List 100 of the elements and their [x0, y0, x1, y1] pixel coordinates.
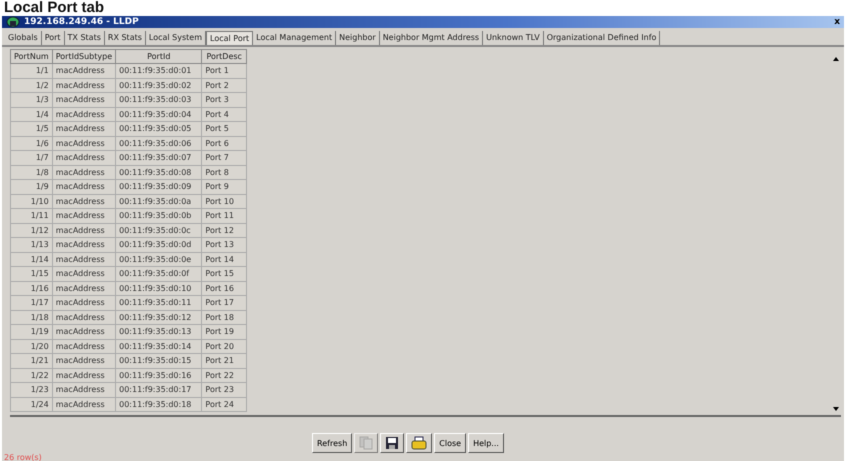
table-cell: 1/16 [10, 281, 52, 296]
table-cell: Port 5 [202, 122, 246, 136]
table-cell: macAddress [52, 339, 116, 354]
table-cell: macAddress [52, 180, 116, 194]
table-cell: 00:11:f9:35:d0:07 [116, 150, 202, 165]
table-cell: macAddress [52, 296, 116, 310]
tab[interactable]: Globals [5, 31, 42, 45]
table-cell: Port 17 [202, 296, 246, 310]
table-cell: 1/14 [10, 252, 52, 266]
table-cell: 1/3 [10, 92, 52, 107]
tab[interactable]: Neighbor Mgmt Address [380, 31, 484, 45]
table-cell: macAddress [52, 368, 116, 382]
table-cell: Port 11 [202, 208, 246, 223]
scroll-up-icon[interactable] [832, 55, 840, 63]
table-cell: macAddress [52, 382, 116, 397]
table-cell: macAddress [52, 238, 116, 252]
table-cell: Port 18 [202, 310, 246, 324]
table-cell: 00:11:f9:35:d0:0e [116, 252, 202, 266]
table-cell: 00:11:f9:35:d0:04 [116, 107, 202, 122]
table-cell: Port 2 [202, 78, 246, 92]
window-title: 192.168.249.46 - LLDP [24, 17, 139, 27]
table-cell: Port 12 [202, 223, 246, 238]
column-header[interactable]: PortNum [10, 50, 52, 64]
table-cell: 1/24 [10, 397, 52, 412]
table-cell: 00:11:f9:35:d0:01 [116, 64, 202, 78]
action-button[interactable]: Help... [468, 433, 504, 453]
action-button[interactable]: Close [434, 433, 466, 453]
table-cell: 1/9 [10, 180, 52, 194]
table-cell: 00:11:f9:35:d0:03 [116, 92, 202, 107]
column-header[interactable]: PortId [116, 50, 202, 64]
scroll-down-icon[interactable] [832, 405, 840, 413]
table-cell: 00:11:f9:35:d0:08 [116, 165, 202, 180]
table-cell: 00:11:f9:35:d0:12 [116, 310, 202, 324]
window-close-icon[interactable]: x [834, 17, 840, 27]
table-cell: 1/19 [10, 324, 52, 339]
save-button[interactable] [380, 433, 404, 453]
table-cell: Port 6 [202, 136, 246, 150]
table-cell: Port 21 [202, 354, 246, 368]
table-cell: macAddress [52, 122, 116, 136]
table-cell: 00:11:f9:35:d0:11 [116, 296, 202, 310]
table-cell: 1/6 [10, 136, 52, 150]
table-cell: 1/5 [10, 122, 52, 136]
table-cell: Port 13 [202, 238, 246, 252]
printer-icon [411, 436, 428, 450]
table-cell: 1/10 [10, 194, 52, 208]
column-header[interactable]: PortIdSubtype [52, 50, 116, 64]
table-cell: 00:11:f9:35:d0:14 [116, 339, 202, 354]
table-cell: Port 14 [202, 252, 246, 266]
table-cell: 00:11:f9:35:d0:06 [116, 136, 202, 150]
tab[interactable]: Neighbor [336, 31, 380, 45]
table-cell: macAddress [52, 136, 116, 150]
table-cell: macAddress [52, 107, 116, 122]
table-cell: macAddress [52, 92, 116, 107]
tab[interactable]: Local Management [253, 31, 336, 45]
table-cell: Port 24 [202, 397, 246, 412]
table-cell: 1/23 [10, 382, 52, 397]
table-cell: macAddress [52, 310, 116, 324]
table-cell: Port 8 [202, 165, 246, 180]
table-cell: 00:11:f9:35:d0:10 [116, 281, 202, 296]
table-cell: macAddress [52, 354, 116, 368]
column-header[interactable]: PortDesc [202, 50, 246, 64]
table-cell: 1/21 [10, 354, 52, 368]
tab[interactable]: Organizational Defined Info [544, 31, 660, 45]
status-text: 26 row(s) [3, 453, 43, 461]
table-cell: 1/1 [10, 64, 52, 78]
table-cell: Port 10 [202, 194, 246, 208]
table-cell: 00:11:f9:35:d0:16 [116, 368, 202, 382]
print-button[interactable] [406, 433, 432, 453]
table-cell: Port 19 [202, 324, 246, 339]
table-cell: Port 9 [202, 180, 246, 194]
table-cell: 00:11:f9:35:d0:09 [116, 180, 202, 194]
tab[interactable]: Port [42, 31, 65, 45]
table-cell: macAddress [52, 150, 116, 165]
table-cell: 00:11:f9:35:d0:05 [116, 122, 202, 136]
table-cell: Port 1 [202, 64, 246, 78]
table-cell: Port 7 [202, 150, 246, 165]
table-cell: 1/15 [10, 266, 52, 281]
table-cell: 1/11 [10, 208, 52, 223]
table-cell: 1/8 [10, 165, 52, 180]
tab[interactable]: Unknown TLV [483, 31, 544, 45]
table-cell: Port 20 [202, 339, 246, 354]
table-cell: 00:11:f9:35:d0:0d [116, 238, 202, 252]
table-cell: macAddress [52, 194, 116, 208]
table-cell: macAddress [52, 165, 116, 180]
table-cell: Port 3 [202, 92, 246, 107]
action-button[interactable]: Refresh [312, 433, 352, 453]
table-cell: 1/17 [10, 296, 52, 310]
table-cell: macAddress [52, 281, 116, 296]
table-cell: 1/2 [10, 78, 52, 92]
table-cell: 1/20 [10, 339, 52, 354]
table-cell: 00:11:f9:35:d0:18 [116, 397, 202, 412]
tab[interactable]: TX Stats [64, 31, 105, 45]
table-cell: Port 16 [202, 281, 246, 296]
table-cell: macAddress [52, 252, 116, 266]
tab[interactable]: RX Stats [104, 31, 146, 45]
tab[interactable]: Local Port [206, 31, 254, 45]
table-cell: macAddress [52, 324, 116, 339]
table-cell: 00:11:f9:35:d0:15 [116, 354, 202, 368]
table-cell: 1/13 [10, 238, 52, 252]
table-cell: 00:11:f9:35:d0:0b [116, 208, 202, 223]
